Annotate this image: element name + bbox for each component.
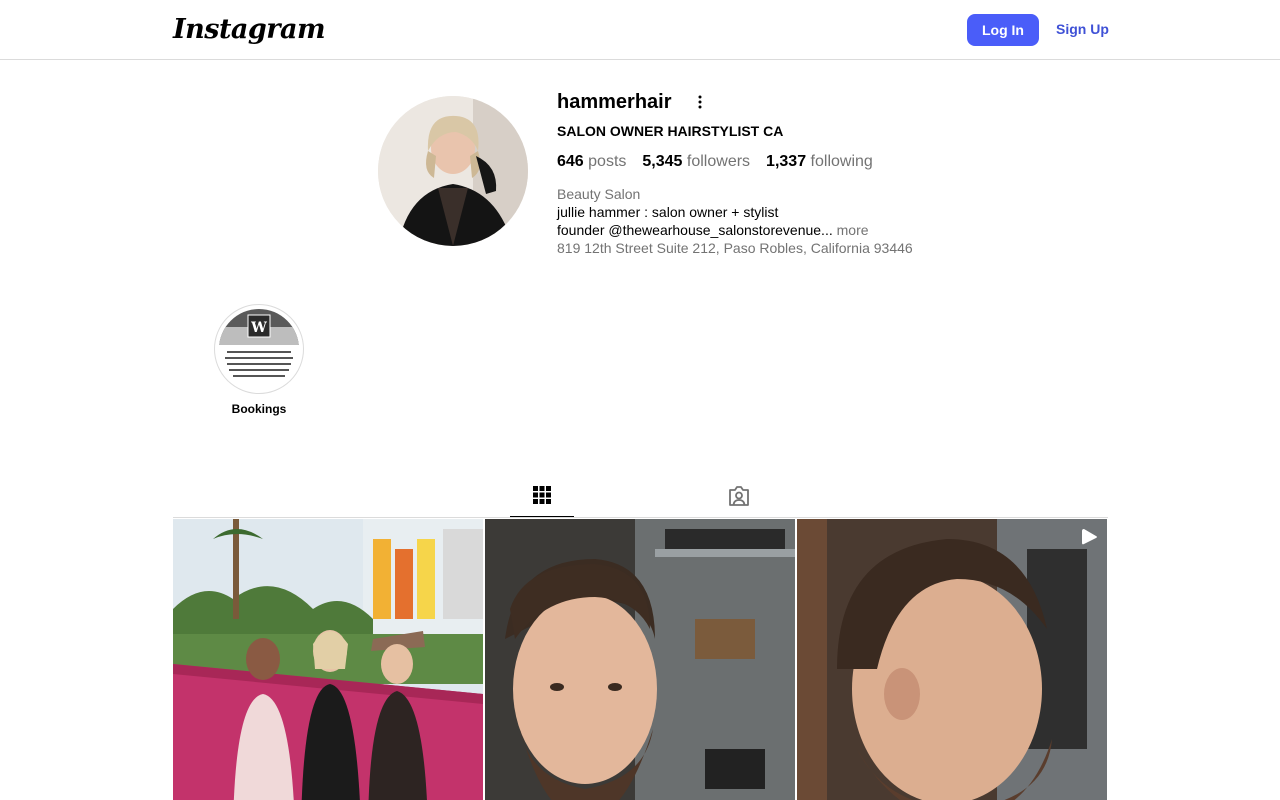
profile-avatar[interactable] — [378, 96, 528, 246]
post-image-2 — [485, 519, 795, 800]
bio-line-2-wrap: founder @thewearhouse_salonstorevenue...… — [557, 221, 913, 239]
tagged-user-icon — [729, 486, 749, 506]
login-button[interactable]: Log In — [967, 14, 1039, 46]
tabs-divider — [173, 517, 1108, 518]
highlight-label: Bookings — [231, 402, 287, 416]
avatar-photo — [378, 96, 528, 246]
following-count-value: 1,337 — [766, 153, 807, 170]
highlight-cover-letter: W — [250, 320, 267, 336]
bio-more-link[interactable]: more — [837, 222, 869, 238]
post-image-3 — [797, 519, 1107, 800]
posts-count[interactable]: 646 posts — [557, 153, 626, 171]
post-tile-2[interactable] — [485, 519, 795, 800]
post-tile-3[interactable] — [797, 519, 1107, 800]
story-highlight-bookings[interactable]: W — [214, 304, 304, 394]
reel-play-icon — [1082, 529, 1097, 545]
posts-grid — [173, 519, 1108, 800]
profile-full-name: SALON OWNER HAIRSTYLIST CA — [557, 123, 784, 139]
profile-bio: Beauty Salon jullie hammer : salon owner… — [557, 185, 913, 257]
following-count-label: following — [810, 153, 873, 170]
profile-category: Beauty Salon — [557, 186, 641, 202]
bio-line-2: founder @thewearhouse_salonstorevenue... — [557, 222, 833, 238]
posts-count-value: 646 — [557, 153, 584, 170]
profile-address[interactable]: 819 12th Street Suite 212, Paso Robles, … — [557, 239, 913, 257]
top-navbar: Instagram Log In Sign Up — [0, 0, 1280, 60]
posts-count-label: posts — [588, 153, 627, 170]
signup-link[interactable]: Sign Up — [1056, 21, 1109, 37]
followers-count-label: followers — [686, 153, 751, 170]
tab-posts[interactable] — [510, 474, 574, 518]
bio-line-1: jullie hammer : salon owner + stylist — [557, 204, 779, 220]
instagram-logo[interactable]: Instagram — [173, 14, 326, 45]
tab-tagged[interactable] — [707, 474, 771, 518]
post-tile-1[interactable] — [173, 519, 483, 800]
highlight-cover: W — [219, 309, 299, 389]
profile-username: hammerhair — [557, 91, 672, 113]
highlight-cover-image: W — [219, 309, 299, 389]
post-image-1 — [173, 519, 483, 800]
more-options-icon[interactable] — [692, 94, 708, 110]
profile-stats: 646 posts 5,345 followers 1,337 followin… — [557, 153, 873, 171]
followers-count-value: 5,345 — [642, 153, 683, 170]
followers-count[interactable]: 5,345 followers — [642, 153, 750, 171]
grid-icon — [533, 486, 551, 504]
following-count[interactable]: 1,337 following — [766, 153, 873, 171]
